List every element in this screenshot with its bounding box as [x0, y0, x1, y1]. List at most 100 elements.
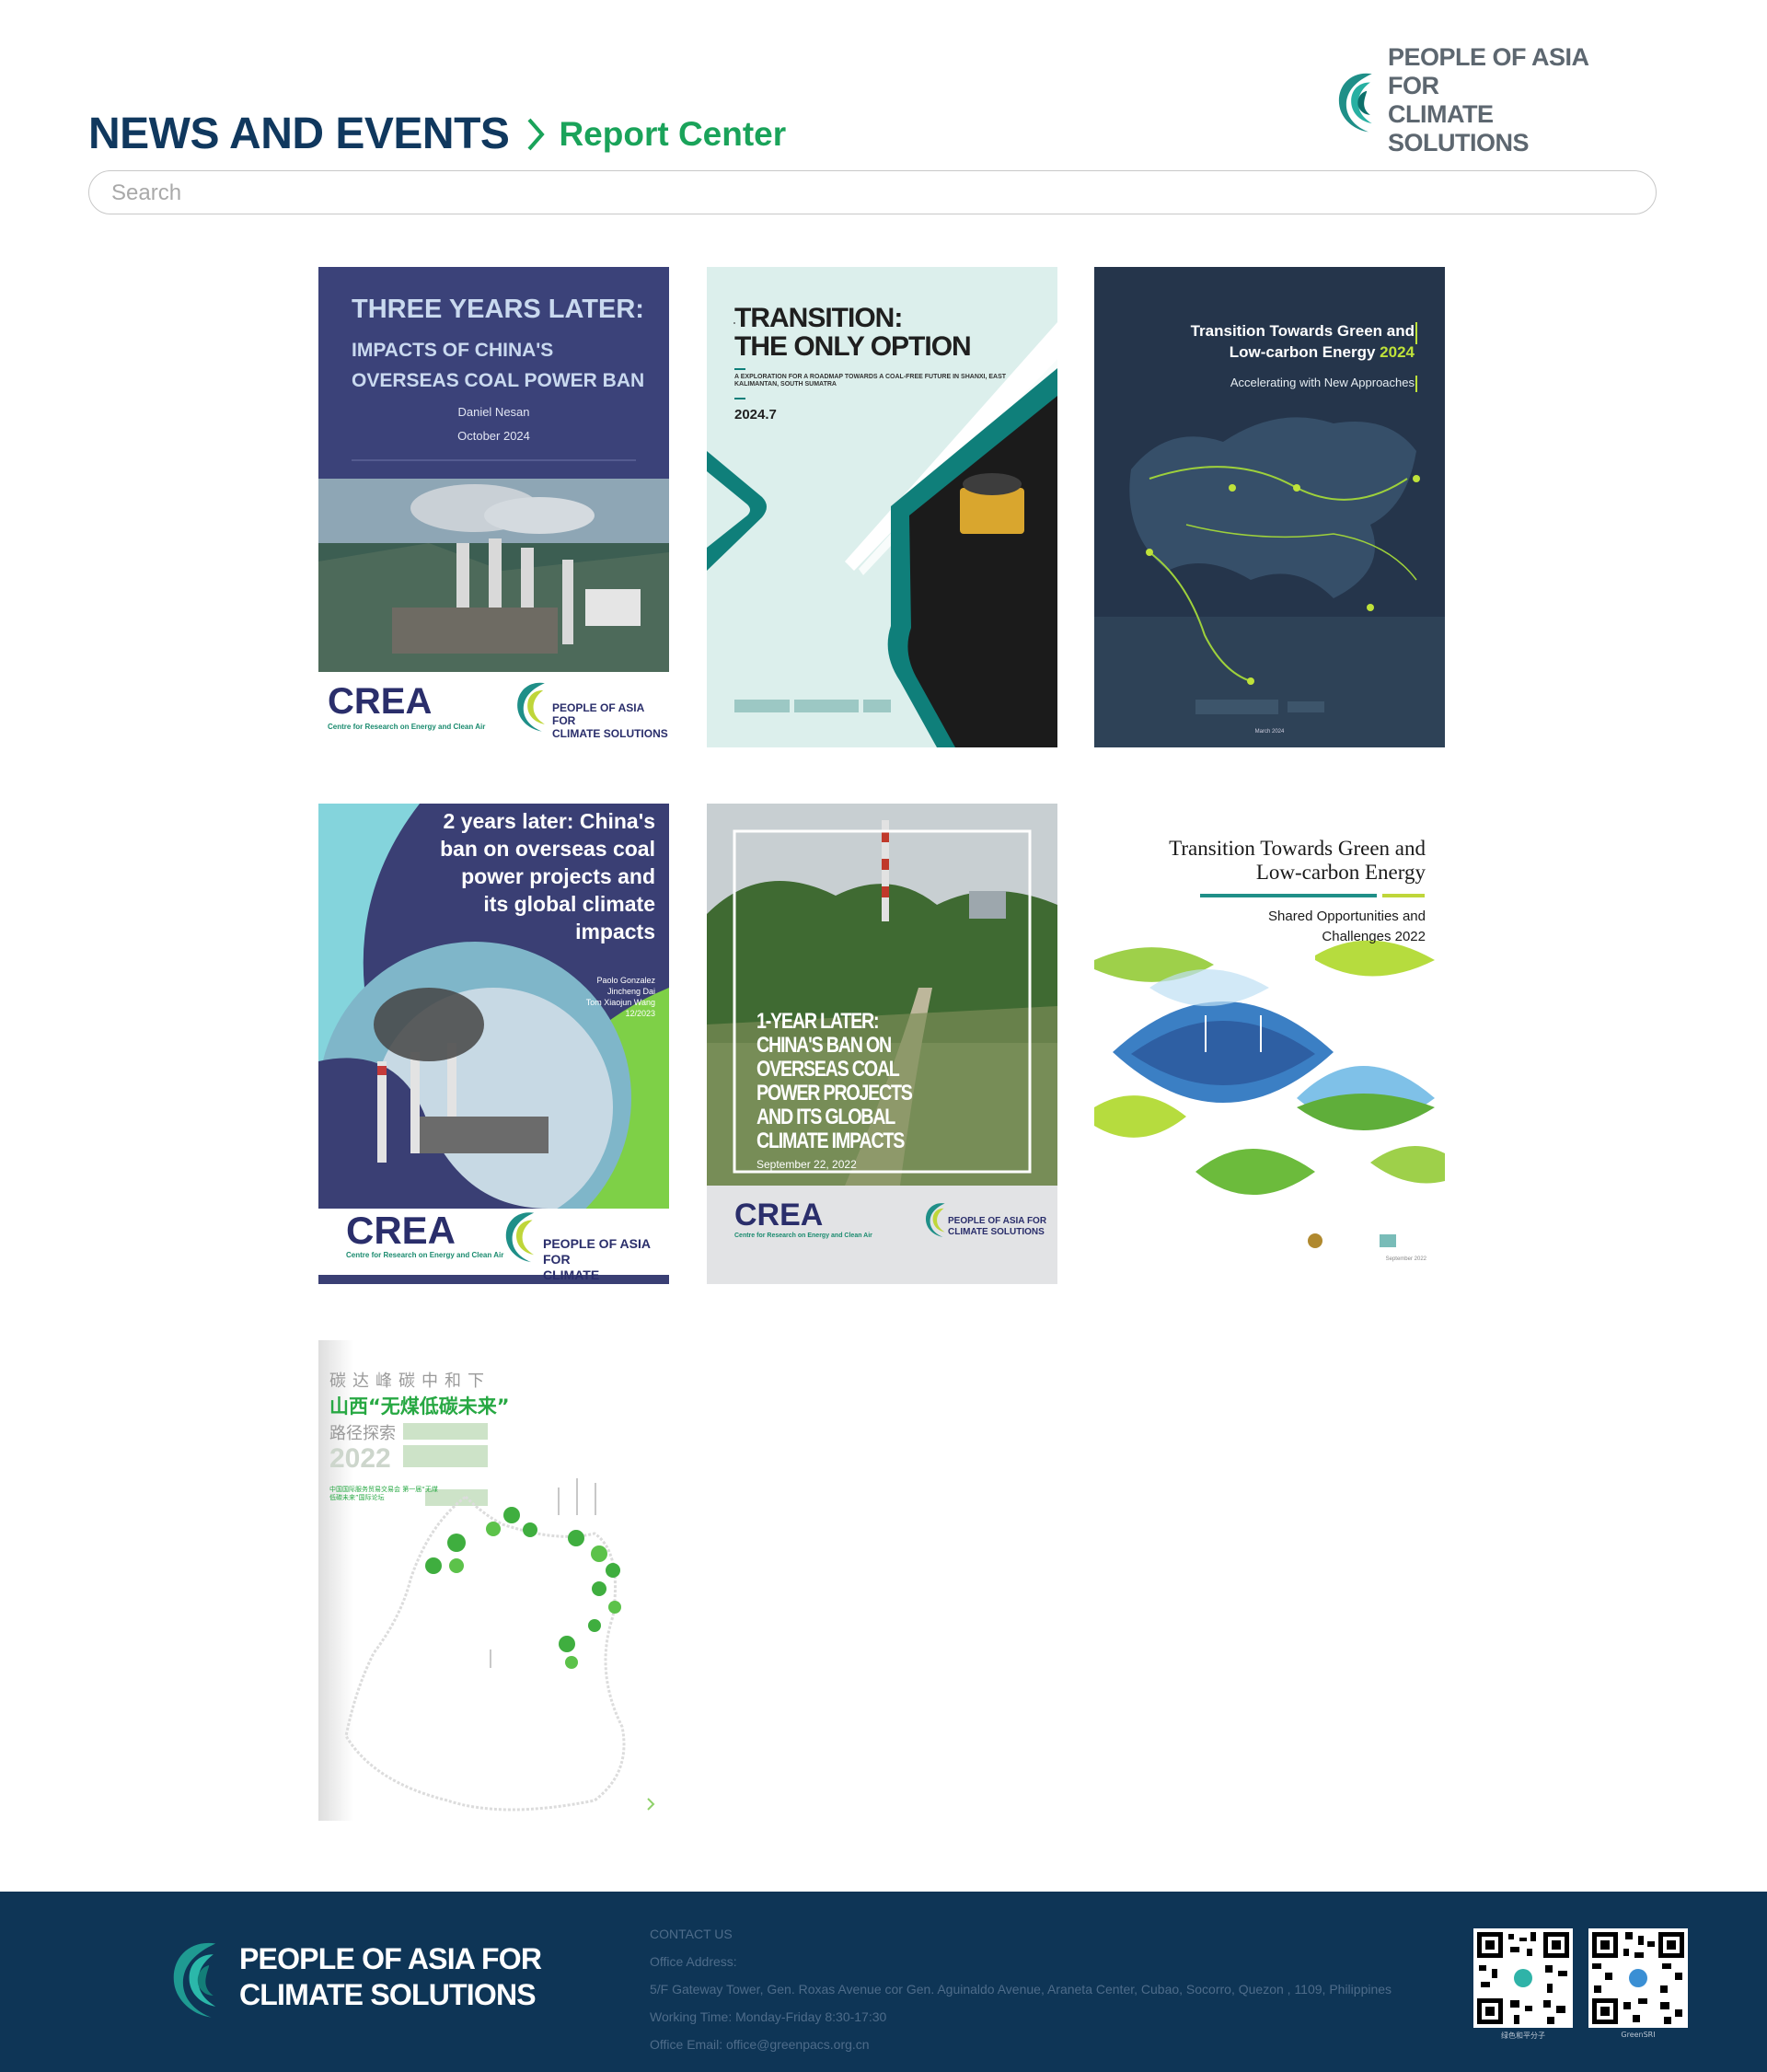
- crea-logo: CREA: [328, 681, 433, 722]
- contact-heading: CONTACT US: [650, 1927, 733, 1941]
- report-subtitle: Shared Opportunities and Challenges 2022: [1268, 907, 1426, 947]
- crea-logo: CREA: [734, 1198, 824, 1233]
- contact-info: CONTACT US Office Address: 5/F Gateway T…: [650, 1920, 1392, 2058]
- crea-subtitle: Centre for Research on Energy and Clean …: [328, 723, 486, 731]
- qr-code-icon: [1592, 1932, 1684, 2024]
- report-subtitle-line-2: Challenges 2022: [1322, 929, 1426, 944]
- address-text: 5/F Gateway Tower, Gen. Roxas Avenue cor…: [650, 1982, 1392, 1997]
- report-card[interactable]: 2 years later: China's ban on overseas c…: [318, 804, 669, 1284]
- report-title-line-2: Low-carbon Energy 2024: [1191, 341, 1415, 363]
- report-date: 2024.7: [734, 407, 777, 423]
- report-title-line-5: impacts: [575, 920, 655, 943]
- search-input[interactable]: [110, 177, 1623, 210]
- report-title-line-4: its global climate: [483, 892, 655, 916]
- report-title-line-1: Transition Towards Green and: [1169, 837, 1426, 860]
- report-title-line-2: Low-carbon Energy: [1255, 861, 1426, 884]
- qr-caption-1: 绿色和平分子: [1501, 2031, 1545, 2040]
- pacs-wordmark: PEOPLE OF ASIA FOR CLIMATE SOLUTIONS: [948, 1216, 1046, 1238]
- qr-caption-2: GreenSRI: [1621, 2031, 1656, 2039]
- qr-code-1: [1473, 1928, 1573, 2028]
- report-title-line-6: CLIMATE IMPACTS: [756, 1129, 905, 1153]
- report-year: 2022: [329, 1443, 391, 1474]
- report-card[interactable]: THREE YEARS LATER: IMPACTS OF CHINA'S OV…: [318, 267, 669, 747]
- site-footer: PEOPLE OF ASIA FOR CLIMATE SOLUTIONS CON…: [0, 1892, 1767, 2072]
- report-date: 12/2023: [625, 1009, 655, 1018]
- report-card[interactable]: Transition Towards Green and Low-carbon …: [1094, 804, 1445, 1284]
- report-card[interactable]: 碳达峰碳中和下 山西“无煤低碳未来” 路径探索 2022 中国国际服务贸易交易会…: [318, 1340, 669, 1821]
- report-title-line-1: 碳达峰碳中和下: [329, 1372, 491, 1391]
- report-title-line-3: 路径探索: [329, 1424, 396, 1443]
- report-author-2: Jincheng Dai: [606, 987, 655, 996]
- report-title-line-2: CHINA'S BAN ON: [756, 1033, 892, 1058]
- report-date: October 2024: [457, 429, 530, 443]
- pacs-line-2: CLIMATE SOLUTIONS: [543, 1268, 618, 1284]
- report-date: March 2024: [1254, 729, 1285, 735]
- footer-wordmark: PEOPLE OF ASIA FOR CLIMATE SOLUTIONS: [239, 1941, 542, 2013]
- report-title-line-1: TRANSITION:: [734, 303, 903, 333]
- report-title-line-4: POWER PROJECTS: [756, 1081, 913, 1105]
- report-card[interactable]: Transition Towards Green and Low-carbon …: [1094, 267, 1445, 747]
- report-date: September 2022: [1385, 1256, 1426, 1262]
- report-title-line-2: ban on overseas coal: [440, 837, 655, 861]
- report-authors: Paolo Gonzalez Jincheng Dai Tom Xiaojun …: [586, 975, 655, 1019]
- pacs-wordmark: PEOPLE OF ASIA FOR CLIMATE SOLUTIONS: [552, 701, 669, 740]
- report-title: 1-YEAR LATER: CHINA'S BAN ON OVERSEAS CO…: [756, 1009, 913, 1153]
- breadcrumb: NEWS AND EVENTS Report Center: [88, 109, 786, 159]
- crea-subtitle: Centre for Research on Energy and Clean …: [734, 1233, 872, 1239]
- report-title-line-1: 1-YEAR LATER:: [756, 1009, 880, 1034]
- crea-logo: CREA: [346, 1209, 456, 1252]
- wave-logo-icon: [1338, 73, 1372, 133]
- pacs-line-1: PEOPLE OF ASIA FOR: [552, 701, 644, 727]
- publisher-band: CREA Centre for Research on Energy and C…: [318, 672, 669, 747]
- report-title: THREE YEARS LATER:: [352, 295, 644, 324]
- footer-logo[interactable]: PEOPLE OF ASIA FOR CLIMATE SOLUTIONS: [166, 1933, 542, 2021]
- wave-logo-icon: [173, 1942, 216, 2018]
- chevron-right-icon: [527, 118, 546, 150]
- footer-logo-line-2: CLIMATE SOLUTIONS: [239, 1978, 537, 2011]
- logo-line-1: PEOPLE OF ASIA FOR: [1388, 43, 1588, 99]
- report-year: 2024: [1380, 343, 1415, 361]
- report-author: Daniel Nesan: [457, 405, 530, 419]
- pacs-logo-icon: [517, 682, 545, 732]
- pacs-wordmark: PEOPLE OF ASIA FOR CLIMATE SOLUTIONS: [543, 1236, 669, 1284]
- address-label: Office Address:: [650, 1954, 737, 1969]
- page-subtitle[interactable]: Report Center: [559, 115, 786, 154]
- report-title-line-2: THE ONLY OPTION: [734, 331, 972, 362]
- pacs-logo-icon: [925, 1203, 945, 1237]
- report-card[interactable]: TRANSITION: THE ONLY OPTION A EXPLORATIO…: [707, 267, 1057, 747]
- report-subtitle: IMPACTS OF CHINA'S OVERSEAS COAL POWER B…: [352, 340, 645, 391]
- logo-line-2: CLIMATE SOLUTIONS: [1388, 100, 1530, 156]
- report-date: September 22, 2022: [756, 1158, 857, 1171]
- working-hours: Working Time: Monday-Friday 8:30-17:30: [650, 2009, 887, 2024]
- report-author-3: Tom Xiaojun Wang: [585, 998, 655, 1007]
- page-title[interactable]: NEWS AND EVENTS: [88, 109, 510, 159]
- report-card[interactable]: 1-YEAR LATER: CHINA'S BAN ON OVERSEAS CO…: [707, 804, 1057, 1284]
- pacs-line-2: CLIMATE SOLUTIONS: [948, 1227, 1045, 1237]
- report-title-line-3: OVERSEAS COAL: [756, 1057, 900, 1082]
- site-logo[interactable]: PEOPLE OF ASIA FOR CLIMATE SOLUTIONS: [1333, 43, 1627, 156]
- pacs-line-2: CLIMATE SOLUTIONS: [552, 727, 668, 740]
- report-title-line-5: AND ITS GLOBAL: [756, 1105, 895, 1129]
- search-bar[interactable]: [88, 170, 1657, 214]
- pacs-line-1: PEOPLE OF ASIA FOR: [543, 1236, 651, 1267]
- crea-subtitle: Centre for Research on Energy and Clean …: [346, 1251, 504, 1259]
- logo-wordmark: PEOPLE OF ASIA FOR CLIMATE SOLUTIONS: [1388, 43, 1627, 157]
- report-title-line-2-text: Low-carbon Energy: [1229, 343, 1380, 361]
- pacs-line-1: PEOPLE OF ASIA FOR: [948, 1216, 1047, 1226]
- report-title-line-2: 山西“无煤低碳未来”: [329, 1395, 510, 1418]
- report-subtitle: A EXPLORATION FOR A ROADMAP TOWARDS A CO…: [734, 374, 1007, 388]
- report-title-line-3: power projects and: [461, 864, 655, 888]
- report-title-line-1: 2 years later: China's: [443, 809, 655, 833]
- qr-code-icon: [1477, 1932, 1569, 2024]
- qr-code-2: [1588, 1928, 1688, 2028]
- report-subtitle-line-1: Shared Opportunities and: [1268, 909, 1426, 924]
- report-author-1: Paolo Gonzalez: [596, 976, 655, 985]
- report-title: Transition Towards Green and Low-carbon …: [1169, 837, 1426, 885]
- report-title: Transition Towards Green and Low-carbon …: [1191, 320, 1415, 363]
- report-title: TRANSITION: THE ONLY OPTION: [734, 303, 972, 362]
- report-note: 中国国际服务贸易交易会 第一届“无煤低碳未来”国际论坛: [329, 1486, 438, 1501]
- pacs-logo-icon: [505, 1212, 535, 1263]
- office-email[interactable]: Office Email: office@greenpacs.org.cn: [650, 2031, 1392, 2058]
- footer-logo-line-1: PEOPLE OF ASIA FOR: [239, 1942, 542, 1975]
- report-title-line-1: Transition Towards Green and: [1190, 322, 1415, 340]
